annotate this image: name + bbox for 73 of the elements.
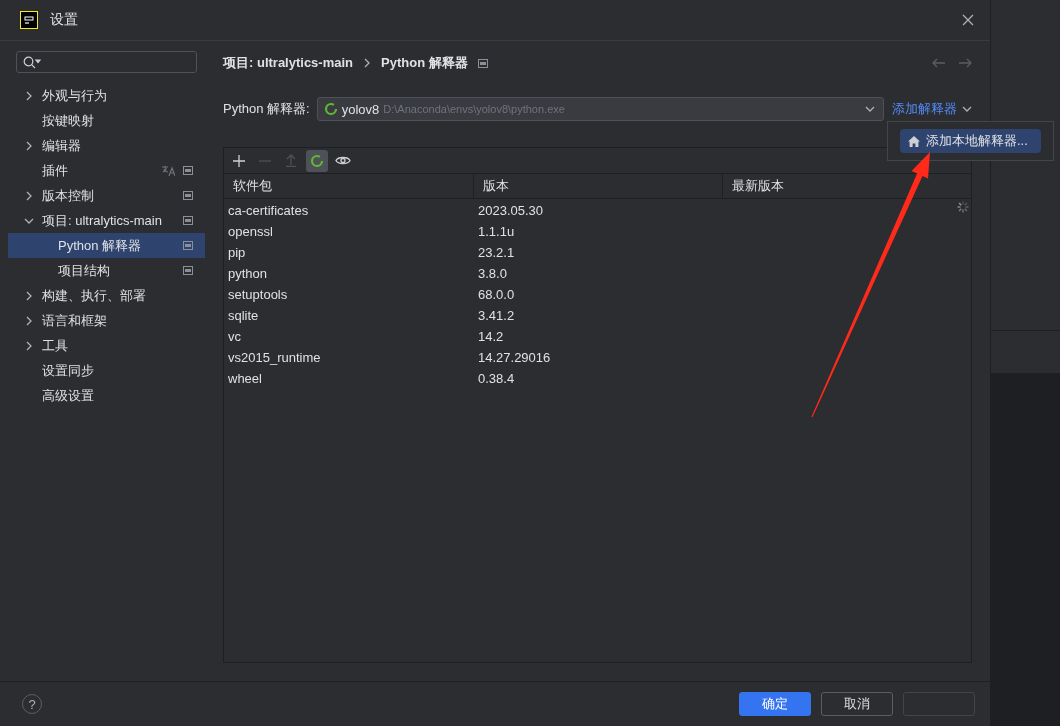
- expand-chevron-icon: [25, 290, 33, 301]
- table-cell: 0.38.4: [478, 371, 515, 386]
- table-cell: 68.0.0: [478, 287, 515, 302]
- settings-tree-item[interactable]: 设置同步: [8, 358, 205, 383]
- table-cell: pip: [228, 245, 246, 260]
- toolbar-button[interactable]: [306, 149, 328, 172]
- table-cell: 3.8.0: [478, 266, 507, 281]
- settings-tree-item[interactable]: 工具: [8, 333, 205, 358]
- settings-tree-item[interactable]: 项目结构: [8, 258, 205, 283]
- table-cell: vs2015_runtime: [228, 350, 321, 365]
- menu-item[interactable]: 添加本地解释器...: [900, 129, 1041, 153]
- expand-chevron-icon: [25, 140, 33, 151]
- forward-arrow-icon[interactable]: [958, 58, 972, 68]
- breadcrumb-current: Python 解释器: [381, 54, 468, 72]
- table-cell: 2023.05.30: [478, 203, 544, 218]
- table-cell: 23.2.1: [478, 245, 515, 260]
- project-scope-icon: [183, 266, 193, 275]
- project-scope-icon: [183, 241, 193, 250]
- dialog-button[interactable]: 取消: [821, 692, 893, 716]
- loading-ring-icon: [310, 153, 324, 168]
- settings-tree-item[interactable]: 项目: ultralytics-main: [8, 208, 205, 233]
- table-cell: wheel: [228, 371, 262, 386]
- expand-chevron-icon: [25, 315, 33, 326]
- column-header[interactable]: 版本: [474, 174, 723, 198]
- table-cell: 14.2: [478, 329, 504, 344]
- settings-tree-item[interactable]: 编辑器: [8, 133, 205, 158]
- table-cell: vc: [228, 329, 241, 344]
- settings-tree-item[interactable]: 构建、执行、部署: [8, 283, 205, 308]
- settings-tree-item[interactable]: 按键映射: [8, 108, 205, 133]
- chevron-down-icon: [962, 105, 972, 113]
- breadcrumb-parent[interactable]: 项目: ultralytics-main: [223, 54, 354, 72]
- table-cell: python: [228, 266, 268, 281]
- table-cell: openssl: [228, 224, 273, 239]
- expand-chevron-icon: [25, 340, 33, 351]
- loading-ring-icon: [323, 102, 338, 116]
- table-cell: ca-certificates: [228, 203, 309, 218]
- settings-tree-item[interactable]: 插件: [8, 158, 205, 183]
- settings-tree-item[interactable]: 版本控制: [8, 183, 205, 208]
- project-scope-icon: [183, 191, 193, 200]
- window-title: 设置: [50, 11, 79, 29]
- project-scope-icon: [183, 216, 193, 225]
- chevron-down-icon: [865, 105, 875, 113]
- dialog-button[interactable]: 确定: [739, 692, 811, 716]
- interpreter-label: Python 解释器:: [223, 100, 310, 118]
- search-icon: [23, 55, 41, 69]
- table-cell: 14.27.29016: [478, 350, 551, 365]
- translate-icon: [161, 164, 175, 177]
- table-cell: 1.1.1u: [478, 224, 515, 239]
- settings-tree-item[interactable]: 高级设置: [8, 383, 205, 408]
- table-cell: 3.41.2: [478, 308, 515, 323]
- plus-icon: [233, 154, 245, 167]
- search-field[interactable]: [16, 51, 197, 73]
- breadcrumb-separator-icon: [363, 58, 372, 68]
- project-scope-icon: [183, 166, 193, 175]
- expand-chevron-icon: [24, 216, 34, 225]
- expand-chevron-icon: [25, 190, 33, 201]
- table-cell: sqlite: [228, 308, 259, 323]
- app-logo-icon: [20, 11, 38, 29]
- column-header[interactable]: 最新版本: [723, 174, 971, 198]
- table-cell: setuptools: [228, 287, 288, 302]
- settings-tree-item[interactable]: Python 解释器: [8, 233, 205, 258]
- interpreter-dropdown[interactable]: yolov8 D:\Anaconda\envs\yolov8\python.exe: [316, 97, 884, 121]
- expand-chevron-icon: [25, 90, 33, 101]
- add-interpreter-link[interactable]: 添加解释器: [892, 100, 972, 118]
- eye-icon: [335, 155, 351, 166]
- house-icon: [908, 135, 920, 147]
- upload-arrow-icon: [285, 154, 297, 167]
- settings-tree-item[interactable]: 外观与行为: [8, 83, 205, 108]
- settings-tree-item[interactable]: 语言和框架: [8, 308, 205, 333]
- back-arrow-icon[interactable]: [932, 58, 946, 68]
- project-scope-icon: [477, 58, 488, 68]
- column-header[interactable]: 软件包: [224, 174, 474, 198]
- loading-spinner-icon: [957, 201, 969, 213]
